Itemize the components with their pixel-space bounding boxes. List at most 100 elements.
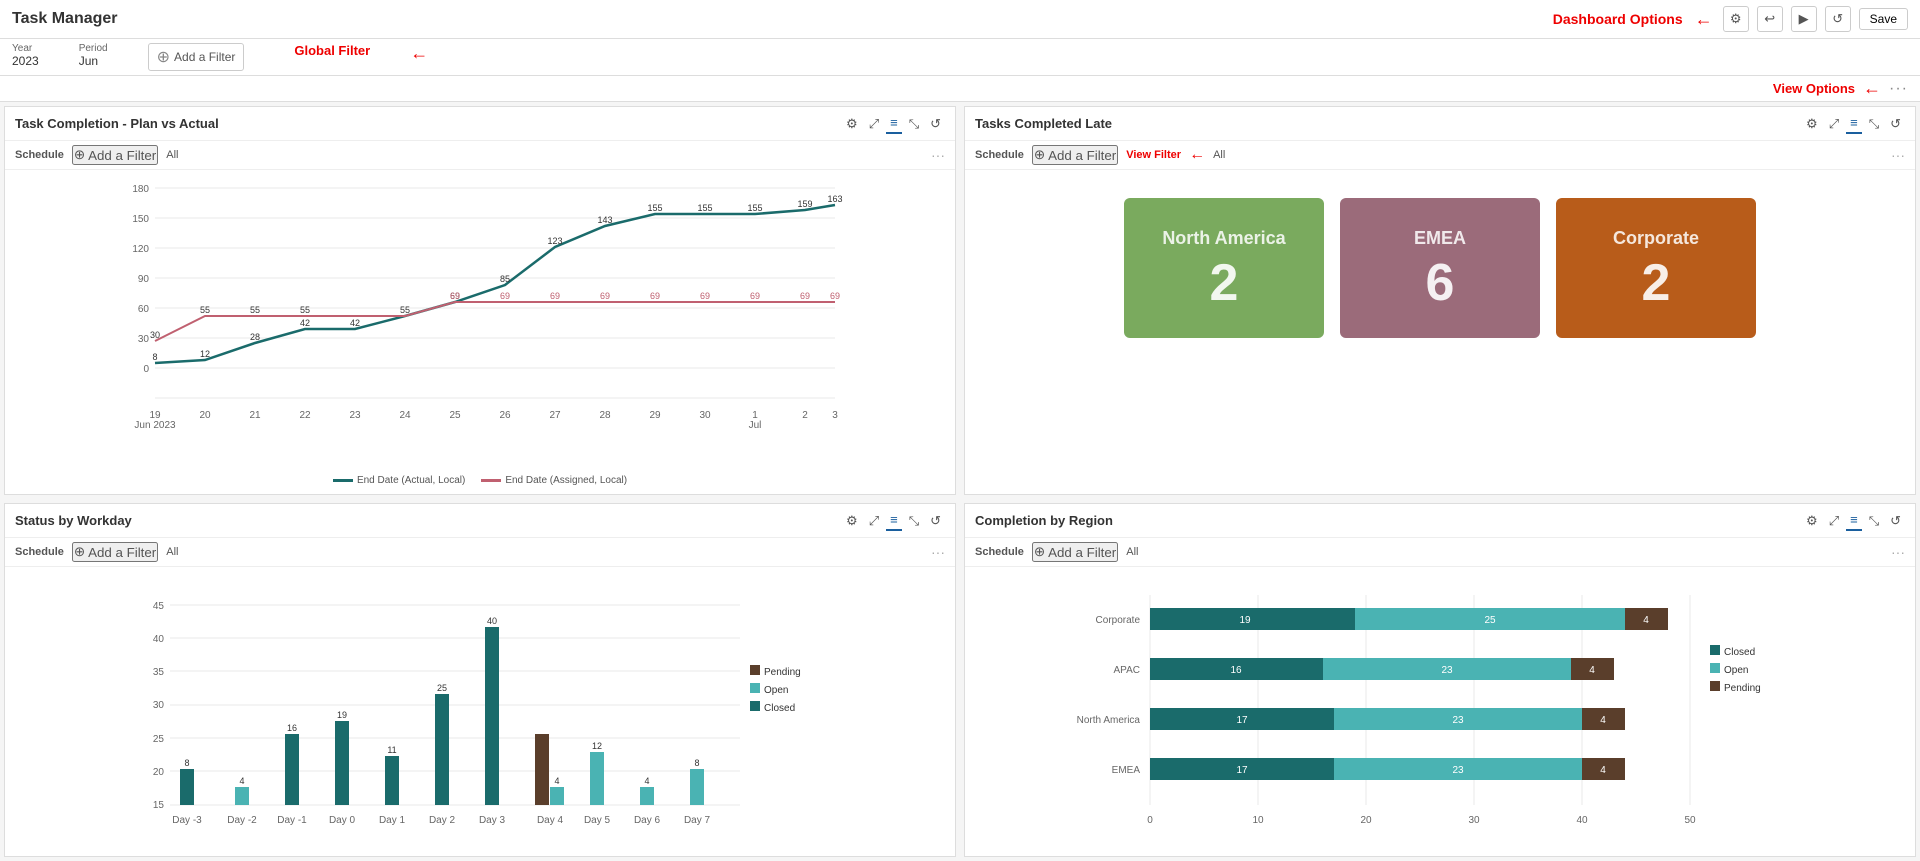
app-header: Task Manager Dashboard Options ← ⚙ ↩ ▶ ↺…	[0, 0, 1920, 39]
svg-text:55: 55	[400, 305, 410, 315]
svg-text:4: 4	[1600, 765, 1606, 776]
cr-all-label: All	[1126, 546, 1138, 558]
cr-add-filter-btn[interactable]: ⊕ Add a Filter	[1032, 542, 1118, 562]
svg-text:155: 155	[647, 203, 662, 213]
global-add-filter-btn[interactable]: ⊕ Add a Filter	[148, 43, 245, 71]
svg-text:EMEA: EMEA	[1112, 765, 1141, 776]
corporate-tile[interactable]: Corporate 2	[1556, 198, 1756, 338]
status-workday-filter-row: Schedule ⊕ Add a Filter All ···	[5, 538, 955, 567]
svg-text:42: 42	[300, 318, 310, 328]
svg-text:69: 69	[600, 291, 610, 301]
tc-settings-btn[interactable]: ⚙	[842, 114, 862, 134]
svg-text:3: 3	[832, 410, 838, 421]
bar-d2p-closed	[435, 694, 449, 805]
arrow-icon: ←	[1695, 9, 1713, 30]
sw-dots[interactable]: ···	[931, 544, 945, 560]
bar-d1p-closed	[385, 756, 399, 805]
svg-text:Closed: Closed	[764, 703, 795, 714]
play-btn[interactable]: ▶	[1791, 6, 1817, 32]
tl-settings-btn[interactable]: ⚙	[1802, 114, 1822, 134]
global-filter-left: Year 2023 Period Jun ⊕ Add a Filter Glob…	[12, 43, 428, 71]
svg-text:180: 180	[132, 184, 149, 195]
tl-list-btn[interactable]: ≡	[1846, 113, 1862, 134]
tc-refresh-btn[interactable]: ↺	[926, 114, 945, 134]
svg-text:APAC: APAC	[1114, 665, 1141, 676]
period-value: Jun	[79, 54, 108, 68]
sw-move-btn[interactable]: ⤢	[865, 511, 883, 531]
svg-text:Day -2: Day -2	[227, 815, 257, 826]
year-label: Year	[12, 43, 39, 54]
refresh-btn[interactable]: ↺	[1825, 6, 1851, 32]
tl-move-btn[interactable]: ⤢	[1825, 114, 1843, 134]
task-completion-title: Task Completion - Plan vs Actual	[15, 116, 219, 131]
svg-text:20: 20	[1360, 815, 1372, 826]
tc-list-btn[interactable]: ≡	[886, 113, 902, 134]
svg-text:19: 19	[1239, 615, 1251, 626]
svg-text:90: 90	[138, 274, 150, 285]
svg-text:Day 1: Day 1	[379, 815, 406, 826]
svg-text:Day 7: Day 7	[684, 815, 711, 826]
north-america-tile[interactable]: North America 2	[1124, 198, 1324, 338]
svg-text:11: 11	[387, 745, 396, 755]
cr-fullscreen-btn[interactable]: ⤡	[1865, 511, 1883, 531]
svg-text:85: 85	[500, 274, 510, 284]
cr-settings-btn[interactable]: ⚙	[1802, 511, 1822, 531]
sw-add-filter-btn[interactable]: ⊕ Add a Filter	[72, 542, 158, 562]
cr-refresh-btn[interactable]: ↺	[1886, 511, 1905, 531]
corp-closed-bar	[1150, 608, 1355, 630]
svg-text:69: 69	[750, 291, 760, 301]
period-label: Period	[79, 43, 108, 54]
region-tiles: North America 2 EMEA 6 Corporate 2	[975, 178, 1905, 358]
global-filter-annotation: Global Filter	[294, 43, 370, 58]
svg-text:0: 0	[143, 364, 149, 375]
svg-text:16: 16	[287, 723, 297, 733]
tl-fullscreen-btn[interactable]: ⤡	[1865, 114, 1883, 134]
tc-move-btn[interactable]: ⤢	[865, 114, 883, 134]
save-button[interactable]: Save	[1859, 8, 1908, 30]
svg-text:2: 2	[802, 410, 808, 421]
svg-text:Open: Open	[1724, 665, 1748, 676]
tc-dots[interactable]: ···	[931, 147, 945, 163]
svg-text:120: 120	[132, 244, 149, 255]
status-workday-title: Status by Workday	[15, 513, 132, 528]
sw-refresh-btn[interactable]: ↺	[926, 511, 945, 531]
cr-dots[interactable]: ···	[1891, 544, 1905, 560]
sw-fullscreen-btn[interactable]: ⤡	[905, 511, 923, 531]
svg-text:Pending: Pending	[764, 667, 801, 678]
bar-chart-svg: 45 40 35 30 25 20 15 8 4	[15, 575, 945, 845]
view-options-dots[interactable]: ···	[1889, 80, 1908, 98]
cr-plus-icon: ⊕	[1034, 544, 1045, 560]
undo-btn[interactable]: ↩	[1757, 6, 1783, 32]
sw-add-filter-label: Add a Filter	[88, 545, 156, 560]
tc-fullscreen-btn[interactable]: ⤡	[905, 114, 923, 134]
tl-dots[interactable]: ···	[1891, 147, 1905, 163]
svg-text:69: 69	[830, 291, 840, 301]
cr-move-btn[interactable]: ⤢	[1825, 511, 1843, 531]
emea-tile[interactable]: EMEA 6	[1340, 198, 1540, 338]
completion-region-title: Completion by Region	[975, 513, 1113, 528]
svg-text:20: 20	[199, 410, 211, 421]
legend-actual-color	[333, 479, 353, 482]
line-chart-legend: End Date (Actual, Local) End Date (Assig…	[15, 475, 945, 486]
tc-add-filter-btn[interactable]: ⊕ Add a Filter	[72, 145, 158, 165]
tasks-late-title: Tasks Completed Late	[975, 116, 1112, 131]
app-title: Task Manager	[12, 10, 118, 28]
view-filter-label: View Filter	[1126, 149, 1181, 161]
cr-schedule-label: Schedule	[975, 546, 1024, 558]
svg-text:15: 15	[153, 800, 165, 811]
bar-d4-pending	[535, 734, 549, 805]
legend-actual-label: End Date (Actual, Local)	[357, 475, 465, 486]
svg-text:22: 22	[299, 410, 311, 421]
svg-text:21: 21	[249, 410, 261, 421]
svg-text:69: 69	[650, 291, 660, 301]
tl-add-filter-btn[interactable]: ⊕ Add a Filter	[1032, 145, 1118, 165]
sw-settings-btn[interactable]: ⚙	[842, 511, 862, 531]
cr-list-btn[interactable]: ≡	[1846, 510, 1862, 531]
tl-refresh-btn[interactable]: ↺	[1886, 114, 1905, 134]
sw-list-btn[interactable]: ≡	[886, 510, 902, 531]
svg-text:4: 4	[644, 776, 649, 786]
settings-btn[interactable]: ⚙	[1723, 6, 1749, 32]
status-workday-chart-area: 45 40 35 30 25 20 15 8 4	[5, 567, 955, 856]
svg-text:4: 4	[554, 776, 559, 786]
svg-text:12: 12	[200, 349, 210, 359]
